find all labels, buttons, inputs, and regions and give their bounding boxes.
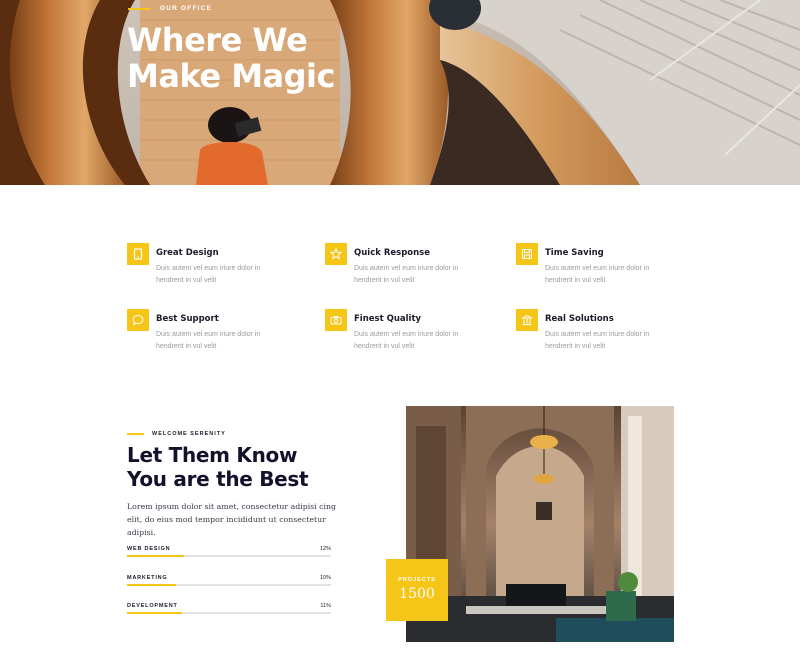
skill-marketing: MARKETING 10% xyxy=(127,575,331,589)
about-eyebrow: WELCOME SERENITY xyxy=(127,431,226,437)
hero-banner: OUR OFFICE Where We Make Magic xyxy=(0,0,800,185)
feature-title: Time Saving xyxy=(545,248,604,258)
about-paragraph: Lorem ipsum dolor sit amet, consectetur … xyxy=(127,502,337,537)
save-icon xyxy=(516,243,538,265)
skill-percent: 12% xyxy=(319,546,331,552)
chat-bubble-icon xyxy=(127,309,149,331)
about-title: Let Them Know You are the Best xyxy=(127,443,367,491)
feature-title: Best Support xyxy=(156,314,219,324)
feature-title: Great Design xyxy=(156,248,219,258)
hero-eyebrow-text: OUR OFFICE xyxy=(160,5,213,12)
feature-description: Duis autem vel eum iriure dolor in hendr… xyxy=(156,331,261,350)
skill-progress-track xyxy=(127,555,331,557)
skill-web-design: WEB DESIGN 12% xyxy=(127,546,331,560)
feature-title: Real Solutions xyxy=(545,314,614,324)
projects-counter-badge: PROJECTS 1500 xyxy=(386,559,448,621)
tablet-icon xyxy=(127,243,149,265)
feature-description: Duis autem vel eum iriure dolor in hendr… xyxy=(354,331,459,350)
skill-label: MARKETING xyxy=(127,575,168,581)
camera-icon xyxy=(325,309,347,331)
skill-progress-track xyxy=(127,584,331,586)
feature-title: Finest Quality xyxy=(354,314,422,324)
skill-progress-track xyxy=(127,612,331,614)
accent-line xyxy=(128,7,150,10)
hero-title: Where We Make Magic xyxy=(127,22,427,94)
skill-label: DEVELOPMENT xyxy=(127,603,178,609)
about-eyebrow-text: WELCOME SERENITY xyxy=(152,431,226,437)
skill-development: DEVELOPMENT 11% xyxy=(127,603,331,617)
features-grid: Great Design Duis autem vel eum iriure d… xyxy=(0,185,800,385)
projects-value: 1500 xyxy=(399,586,435,602)
skill-percent: 11% xyxy=(320,603,331,609)
accent-line xyxy=(127,433,144,435)
hero-title-line-2: Make Magic xyxy=(127,57,335,95)
skill-label: WEB DESIGN xyxy=(127,546,171,552)
projects-label: PROJECTS xyxy=(398,577,436,583)
skill-progress-fill xyxy=(127,584,176,586)
feature-description: Duis autem vel eum iriure dolor in hendr… xyxy=(545,265,650,284)
about-title-line-2: You are the Best xyxy=(127,466,309,491)
hero-title-line-1: Where We xyxy=(127,21,308,59)
feature-description: Duis autem vel eum iriure dolor in hendr… xyxy=(354,265,459,284)
feature-description: Duis autem vel eum iriure dolor in hendr… xyxy=(156,265,261,284)
about-title-line-1: Let Them Know xyxy=(127,443,298,467)
feature-description: Duis autem vel eum iriure dolor in hendr… xyxy=(545,331,650,350)
hero-eyebrow: OUR OFFICE xyxy=(128,5,212,12)
skill-progress-fill xyxy=(127,555,185,557)
star-icon xyxy=(325,243,347,265)
skill-percent: 10% xyxy=(319,575,331,581)
building-icon xyxy=(516,309,538,331)
feature-title: Quick Response xyxy=(354,248,431,258)
skill-progress-fill xyxy=(127,612,183,614)
